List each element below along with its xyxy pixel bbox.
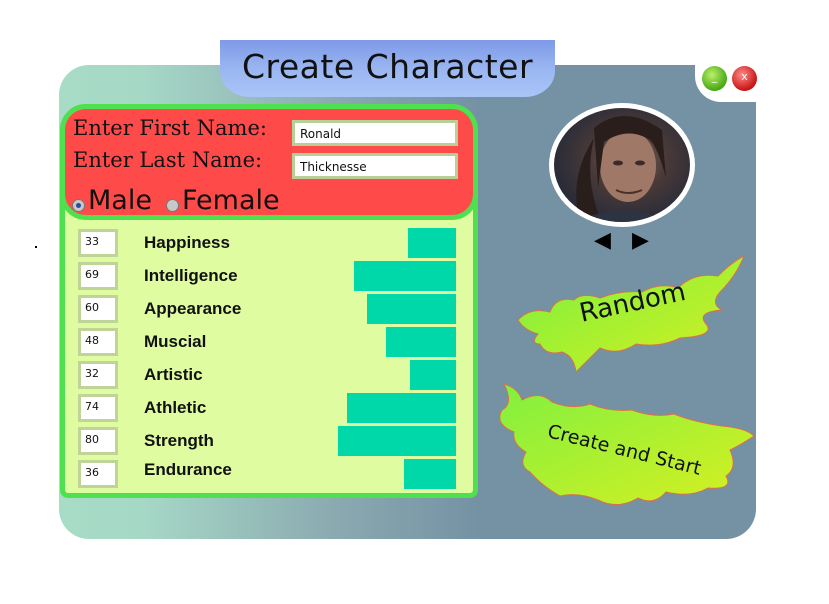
endurance-value-field[interactable]: 36: [78, 460, 118, 488]
last-name-label: Enter Last Name:: [73, 148, 263, 172]
muscial-bar: [386, 327, 456, 357]
character-portrait: [549, 103, 695, 227]
intelligence-bar: [354, 261, 456, 291]
last-name-field[interactable]: Thicknesse: [292, 153, 458, 179]
stray-dot: [35, 246, 37, 248]
window-title: Create Character: [241, 47, 534, 86]
strength-value-field[interactable]: 80: [78, 427, 118, 455]
female-radio[interactable]: [166, 199, 179, 212]
first-name-label: Enter First Name:: [73, 116, 267, 140]
appearance-value-field[interactable]: 60: [78, 295, 118, 323]
athletic-label: Athletic: [144, 398, 207, 417]
athletic-bar: [347, 393, 456, 423]
happiness-bar: [408, 228, 456, 258]
happiness-label: Happiness: [144, 233, 230, 252]
male-label[interactable]: Male: [88, 185, 152, 216]
previous-portrait-arrow[interactable]: ◀: [594, 228, 611, 253]
male-radio[interactable]: [72, 199, 85, 212]
strength-bar: [338, 426, 456, 456]
minimize-button[interactable]: _: [702, 66, 727, 91]
title-tab: Create Character: [220, 40, 555, 97]
artistic-bar: [410, 360, 456, 390]
appearance-bar: [367, 294, 456, 324]
strength-label: Strength: [144, 431, 214, 450]
portrait-face-icon: [574, 115, 674, 222]
close-button[interactable]: x: [732, 66, 757, 91]
next-portrait-arrow[interactable]: ▶: [632, 228, 649, 253]
muscial-label: Muscial: [144, 332, 207, 351]
first-name-field[interactable]: Ronald: [292, 120, 458, 146]
endurance-label: Endurance: [144, 460, 232, 479]
intelligence-label: Intelligence: [144, 266, 238, 285]
portrait-image: [554, 108, 690, 222]
athletic-value-field[interactable]: 74: [78, 394, 118, 422]
artistic-value-field[interactable]: 32: [78, 361, 118, 389]
muscial-value-field[interactable]: 48: [78, 328, 118, 356]
happiness-value-field[interactable]: 33: [78, 229, 118, 257]
endurance-bar: [404, 459, 456, 489]
intelligence-value-field[interactable]: 69: [78, 262, 118, 290]
artistic-label: Artistic: [144, 365, 203, 384]
female-label[interactable]: Female: [182, 185, 280, 216]
appearance-label: Appearance: [144, 299, 242, 318]
